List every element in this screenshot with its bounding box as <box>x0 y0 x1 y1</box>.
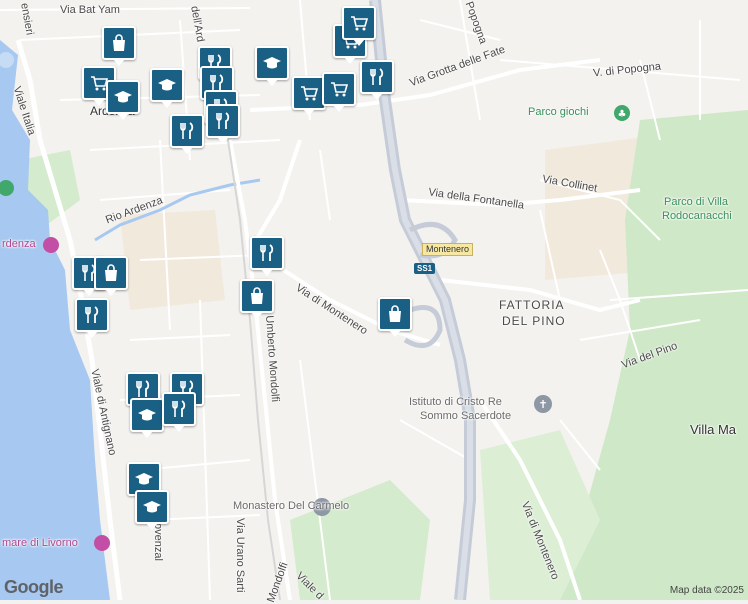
school-marker[interactable] <box>130 398 164 438</box>
restaurant-marker[interactable] <box>250 236 284 276</box>
school-marker[interactable] <box>255 46 289 86</box>
poi-label-istituto-line2[interactable]: Sommo Sacerdote <box>420 410 511 422</box>
school-icon <box>157 75 177 95</box>
place-badge-montenero: Montenero <box>422 243 474 256</box>
poi-label-parco-giochi[interactable]: Parco giochi <box>528 106 589 118</box>
area-label-fattoria-line2: DEL PINO <box>502 314 566 328</box>
grocery-cart-icon <box>329 79 349 99</box>
restaurant-icon <box>257 243 277 263</box>
street-label-via-bat-yam: Via Bat Yam <box>60 4 120 16</box>
restaurant-icon <box>169 399 189 419</box>
shopping-bag-icon <box>385 304 405 324</box>
street-label-via-urano-sarti: Via Urano Sarti <box>234 518 246 593</box>
svg-text:♣: ♣ <box>618 109 627 120</box>
restaurant-icon <box>367 67 387 87</box>
school-marker[interactable] <box>150 68 184 108</box>
restaurant-marker[interactable] <box>162 392 196 432</box>
poi-label-parco-di-villa[interactable]: Parco di Villa <box>664 196 728 208</box>
school-icon <box>134 469 154 489</box>
shopping-bag-icon <box>247 286 267 306</box>
restaurant-marker[interactable] <box>75 298 109 338</box>
shopping-bag-icon <box>109 33 129 53</box>
restaurant-marker[interactable] <box>206 104 240 144</box>
restaurant-icon <box>177 121 197 141</box>
poi-label-livorno[interactable]: mare di Livorno <box>2 537 78 549</box>
shopping-bag-marker[interactable] <box>102 26 136 66</box>
shopping-bag-marker[interactable] <box>94 256 128 296</box>
grocery-cart-icon <box>299 83 319 103</box>
school-marker[interactable] <box>135 490 169 530</box>
restaurant-marker[interactable] <box>360 60 394 100</box>
poi-label-istituto-line1[interactable]: Istituto di Cristo Re <box>409 396 502 408</box>
shopping-bag-marker[interactable] <box>240 279 274 319</box>
poi-label-rodocanacchi[interactable]: Rodocanacchi <box>662 210 732 222</box>
shopping-bag-marker[interactable] <box>378 297 412 337</box>
poi-label-ardenza-left[interactable]: rdenza <box>2 238 36 250</box>
restaurant-marker[interactable] <box>170 114 204 154</box>
grocery-cart-marker[interactable] <box>322 72 356 112</box>
grocery-cart-marker[interactable] <box>292 76 326 116</box>
school-icon <box>113 87 133 107</box>
svg-text:✝: ✝ <box>538 398 547 411</box>
school-icon <box>137 405 157 425</box>
highway-shield-ss1: SS1 <box>414 263 436 274</box>
place-label-villa-ma: Villa Ma <box>690 422 737 437</box>
school-icon <box>142 497 162 517</box>
restaurant-icon <box>133 379 153 399</box>
grocery-cart-icon <box>349 13 369 33</box>
shopping-bag-icon <box>101 263 121 283</box>
school-icon <box>262 53 282 73</box>
map-attribution[interactable]: Map data ©2025 <box>670 585 744 596</box>
restaurant-icon <box>213 111 233 131</box>
school-marker[interactable] <box>106 80 140 120</box>
area-label-fattoria-line1: FATTORIA <box>499 298 565 312</box>
google-logo[interactable]: Google <box>4 577 64 598</box>
poi-label-monastero-del-carmelo[interactable]: Monastero Del Carmelo <box>233 500 349 512</box>
restaurant-icon <box>82 305 102 325</box>
grocery-cart-marker[interactable] <box>342 6 376 46</box>
